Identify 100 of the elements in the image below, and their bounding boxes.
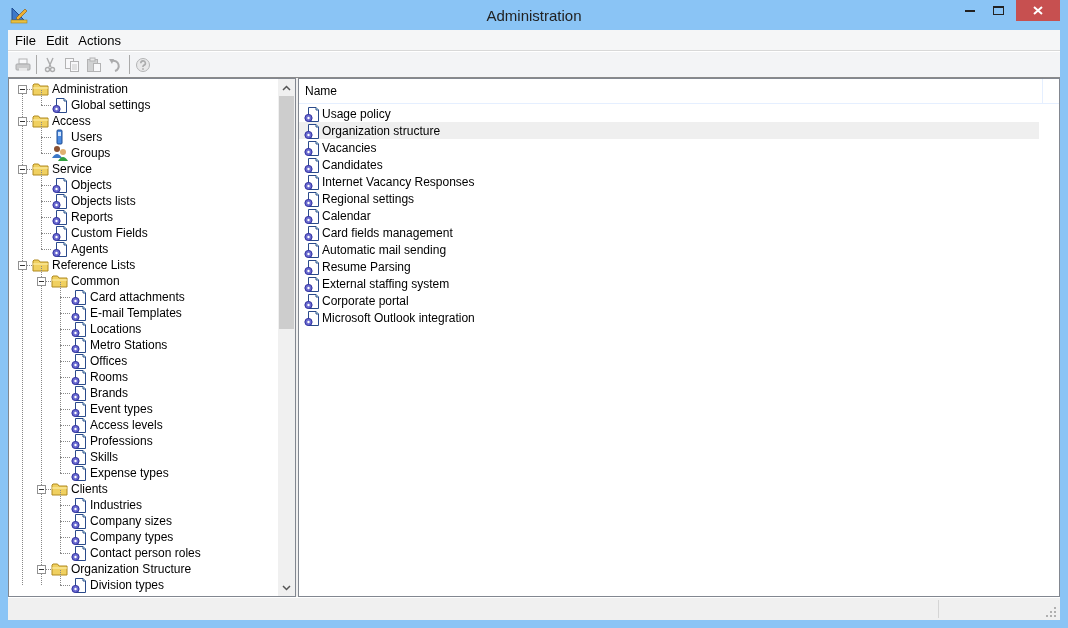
menu-item[interactable]: Edit [40, 31, 74, 49]
document-gear-icon [70, 289, 88, 305]
folder-icon [32, 113, 50, 129]
list-item[interactable]: Calendar [299, 207, 1039, 224]
tree-item[interactable]: Contact person roles [88, 545, 203, 561]
tree-item[interactable]: Division types [88, 577, 167, 593]
folder-icon [51, 561, 69, 577]
tree-item[interactable]: Reference Lists [50, 257, 138, 273]
list-item[interactable]: Regional settings [299, 190, 1039, 207]
document-gear-icon [51, 209, 69, 225]
clipboard-icon [86, 56, 102, 73]
document-gear-icon [303, 292, 321, 309]
column-header[interactable]: Name [299, 79, 1043, 103]
scroll-up-icon[interactable] [282, 84, 291, 91]
document-gear-icon [303, 275, 321, 292]
minimize-icon [965, 9, 975, 12]
tree-item[interactable]: Global settings [69, 97, 153, 113]
list-item[interactable]: Corporate portal [299, 292, 1039, 309]
window-title: Administration [486, 7, 582, 24]
tree-item[interactable]: Common [69, 273, 122, 289]
close-icon [1033, 6, 1043, 15]
document-gear-icon [70, 369, 88, 385]
document-gear-icon [303, 173, 321, 190]
tree-item[interactable]: Groups [69, 145, 113, 161]
document-gear-icon [51, 225, 69, 241]
resize-grip-icon[interactable] [1046, 607, 1056, 617]
tree-item[interactable]: Event types [88, 401, 155, 417]
list-item[interactable]: External staffing system [299, 275, 1039, 292]
maximize-icon [992, 6, 1004, 15]
tree-item[interactable]: Agents [69, 241, 111, 257]
document-gear-icon [51, 177, 69, 193]
tree-item[interactable]: Skills [88, 449, 120, 465]
printer-icon [15, 56, 31, 73]
tree-item[interactable]: Reports [69, 209, 116, 225]
tree-item[interactable]: Custom Fields [69, 225, 150, 241]
scrollbar[interactable] [278, 79, 295, 596]
tree-item[interactable]: Metro Stations [88, 337, 170, 353]
list-item[interactable]: Organization structure [299, 122, 1039, 139]
document-gear-icon [70, 353, 88, 369]
help-icon [135, 56, 151, 73]
list-item[interactable]: Usage policy [299, 105, 1039, 122]
document-gear-icon [303, 241, 321, 258]
tree-item[interactable]: Access levels [88, 417, 165, 433]
document-gear-icon [70, 449, 88, 465]
list-item[interactable]: Automatic mail sending [299, 241, 1039, 258]
tree-item[interactable]: Company sizes [88, 513, 175, 529]
tree-item[interactable]: Objects lists [69, 193, 138, 209]
document-gear-icon [70, 497, 88, 513]
list-item[interactable]: Resume Parsing [299, 258, 1039, 275]
tree-item[interactable]: Service [50, 161, 94, 177]
list-item[interactable]: Candidates [299, 156, 1039, 173]
folder-icon [32, 161, 50, 177]
tree-item[interactable]: Industries [88, 497, 145, 513]
document-gear-icon [303, 139, 321, 156]
tree-item[interactable]: Expense types [88, 465, 171, 481]
ruler-pencil-icon [10, 6, 28, 24]
collapse-toggle[interactable] [37, 485, 46, 494]
tree-item[interactable]: Rooms [88, 369, 130, 385]
tree-item[interactable]: Locations [88, 321, 144, 337]
collapse-toggle[interactable] [18, 261, 27, 270]
folder-icon [32, 257, 50, 273]
tree-item[interactable]: Clients [69, 481, 110, 497]
tree-item[interactable]: Offices [88, 353, 130, 369]
document-gear-icon [303, 190, 321, 207]
tree-item[interactable]: Administration [50, 81, 131, 97]
document-gear-icon [70, 545, 88, 561]
folder-icon [51, 273, 69, 289]
collapse-toggle[interactable] [37, 277, 46, 286]
collapse-toggle[interactable] [37, 565, 46, 574]
scissors-icon [42, 56, 58, 73]
tree-item[interactable]: Organization Structure [69, 561, 194, 577]
list-item[interactable]: Microsoft Outlook integration [299, 309, 1039, 326]
tree-item[interactable]: Card attachments [88, 289, 187, 305]
tree-item[interactable]: E-mail Templates [88, 305, 184, 321]
tree-item[interactable]: Objects [69, 177, 114, 193]
document-gear-icon [70, 577, 88, 593]
tree-item[interactable]: Professions [88, 433, 155, 449]
document-gear-icon [70, 321, 88, 337]
document-gear-icon [303, 258, 321, 275]
document-gear-icon [70, 401, 88, 417]
menu-item[interactable]: File [10, 31, 41, 49]
tree-item[interactable]: Access [50, 113, 93, 129]
list-item[interactable]: Internet Vacancy Responses [299, 173, 1039, 190]
document-gear-icon [70, 433, 88, 449]
list-item[interactable]: Card fields management [299, 224, 1039, 241]
document-gear-icon [51, 193, 69, 209]
close-button[interactable] [1016, 0, 1060, 21]
collapse-toggle[interactable] [18, 117, 27, 126]
menu-item[interactable]: Actions [73, 31, 126, 49]
document-gear-icon [51, 97, 69, 113]
copy-icon [64, 56, 80, 73]
collapse-toggle[interactable] [18, 165, 27, 174]
tree-item[interactable]: Users [69, 129, 105, 145]
folder-icon [51, 481, 69, 497]
collapse-toggle[interactable] [18, 85, 27, 94]
tree-item[interactable]: Company types [88, 529, 176, 545]
tree-item[interactable]: Brands [88, 385, 131, 401]
list-item[interactable]: Vacancies [299, 139, 1039, 156]
document-gear-icon [70, 385, 88, 401]
scroll-down-icon[interactable] [282, 584, 291, 591]
